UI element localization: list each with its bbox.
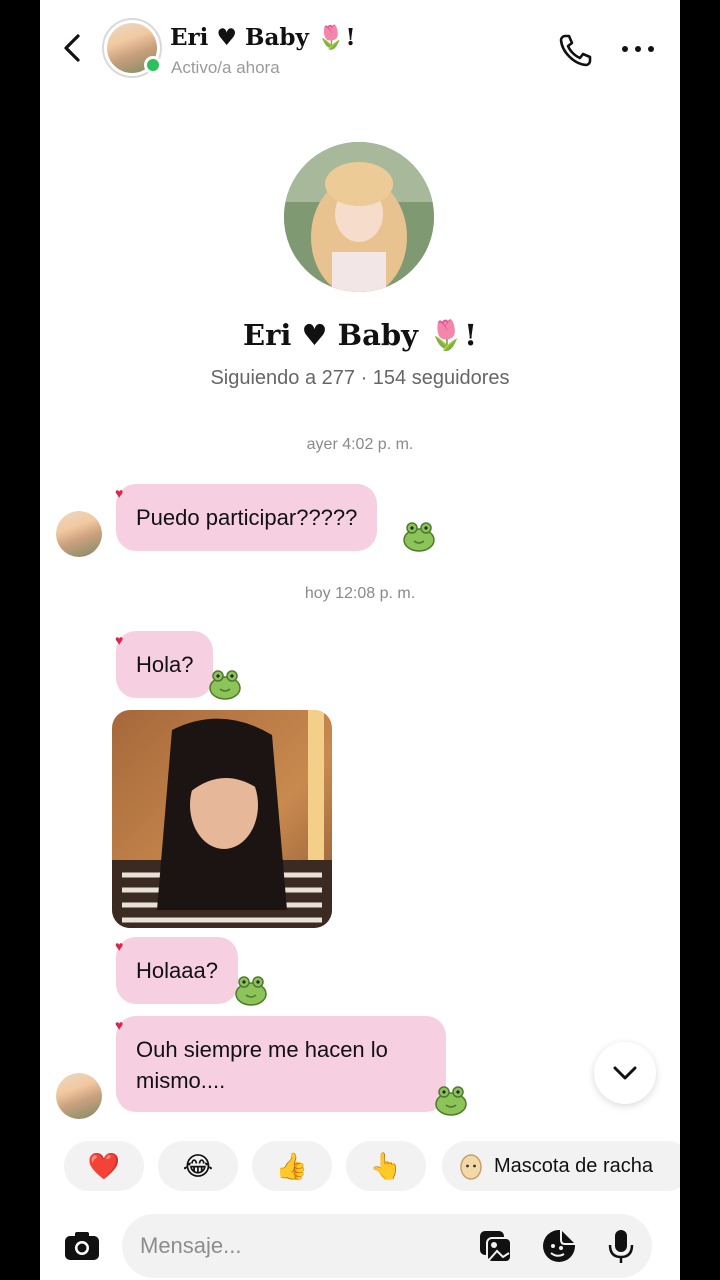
point-up-emoji-icon: 👆 — [369, 1151, 403, 1181]
sticker-icon[interactable] — [540, 1227, 578, 1265]
laughing-emoji-icon: 😂 — [182, 1151, 214, 1181]
message-text: Hola? — [136, 652, 194, 677]
phone-call-icon[interactable] — [556, 30, 596, 70]
streak-mascot-label: Mascota de racha — [494, 1155, 653, 1177]
sender-avatar[interactable] — [56, 511, 102, 557]
quick-reaction-laugh[interactable]: 😂 — [158, 1141, 238, 1191]
avatar-image — [56, 511, 102, 557]
gallery-icon[interactable] — [476, 1227, 514, 1265]
timestamp-yesterday: ayer 4:02 p. m. — [306, 436, 414, 453]
message-input[interactable]: Mensaje... — [122, 1214, 652, 1278]
message-input-placeholder: Mensaje... — [140, 1233, 242, 1258]
camera-icon[interactable] — [62, 1226, 102, 1266]
streak-mascot-button[interactable]: Mascota de racha — [442, 1141, 680, 1191]
message-bubble[interactable]: Ouh siempre me hacen lo mismo.... — [116, 1016, 446, 1112]
message-text: Holaaa? — [136, 958, 218, 983]
photo-message[interactable] — [112, 710, 332, 928]
heart-reaction: ♥ — [115, 485, 124, 501]
microphone-icon[interactable] — [602, 1227, 640, 1265]
heart-reaction: ♥ — [115, 938, 124, 954]
header-active-status: Activo/a ahora — [171, 58, 280, 77]
sender-avatar[interactable] — [56, 1073, 102, 1119]
header-avatar[interactable] — [102, 18, 162, 78]
frog-sticker-icon — [209, 670, 241, 700]
quick-reaction-heart[interactable]: ❤️ — [64, 1141, 144, 1191]
message-text: Ouh siempre me hacen lo mismo.... — [136, 1037, 388, 1093]
heart-reaction: ♥ — [115, 1017, 124, 1033]
shared-photo — [112, 710, 332, 928]
chat-header: Eri ♥ Baby 🌷! Activo/a ahora — [40, 0, 680, 100]
more-options-icon[interactable] — [618, 34, 658, 64]
thumbs-up-emoji-icon: 👍 — [275, 1151, 309, 1181]
profile-photo — [284, 142, 434, 292]
frog-sticker-icon — [403, 522, 435, 552]
online-status-dot — [144, 56, 162, 74]
header-contact-name[interactable]: Eri ♥ Baby 🌷! — [170, 24, 356, 51]
timestamp-today: hoy 12:08 p. m. — [304, 585, 416, 602]
heart-emoji-icon: ❤️ — [87, 1151, 121, 1181]
heart-reaction: ♥ — [115, 632, 124, 648]
message-bubble[interactable]: Hola? — [116, 631, 214, 698]
chevron-down-icon — [613, 1066, 637, 1080]
quick-reaction-thumbs-up[interactable]: 👍 — [252, 1141, 332, 1191]
frog-sticker-icon — [435, 1086, 467, 1116]
scroll-to-bottom-button[interactable] — [594, 1042, 656, 1104]
profile-avatar[interactable] — [284, 142, 434, 292]
chat-screen: Eri ♥ Baby 🌷! Activo/a ahora Eri ♥ Baby … — [40, 0, 680, 1280]
message-bubble[interactable]: Puedo participar????? — [116, 484, 378, 551]
profile-name: Eri ♥ Baby 🌷! — [243, 318, 477, 352]
quick-reaction-point-up[interactable]: 👆 — [346, 1141, 426, 1191]
back-arrow-icon[interactable] — [58, 30, 88, 66]
message-bubble[interactable]: Holaaa? — [116, 937, 238, 1004]
frog-sticker-icon — [235, 976, 267, 1006]
egg-mascot-icon — [460, 1154, 482, 1180]
profile-follow-stats: Siguiendo a 277 · 154 seguidores — [210, 367, 510, 389]
avatar-image — [56, 1073, 102, 1119]
message-text: Puedo participar????? — [136, 505, 358, 530]
